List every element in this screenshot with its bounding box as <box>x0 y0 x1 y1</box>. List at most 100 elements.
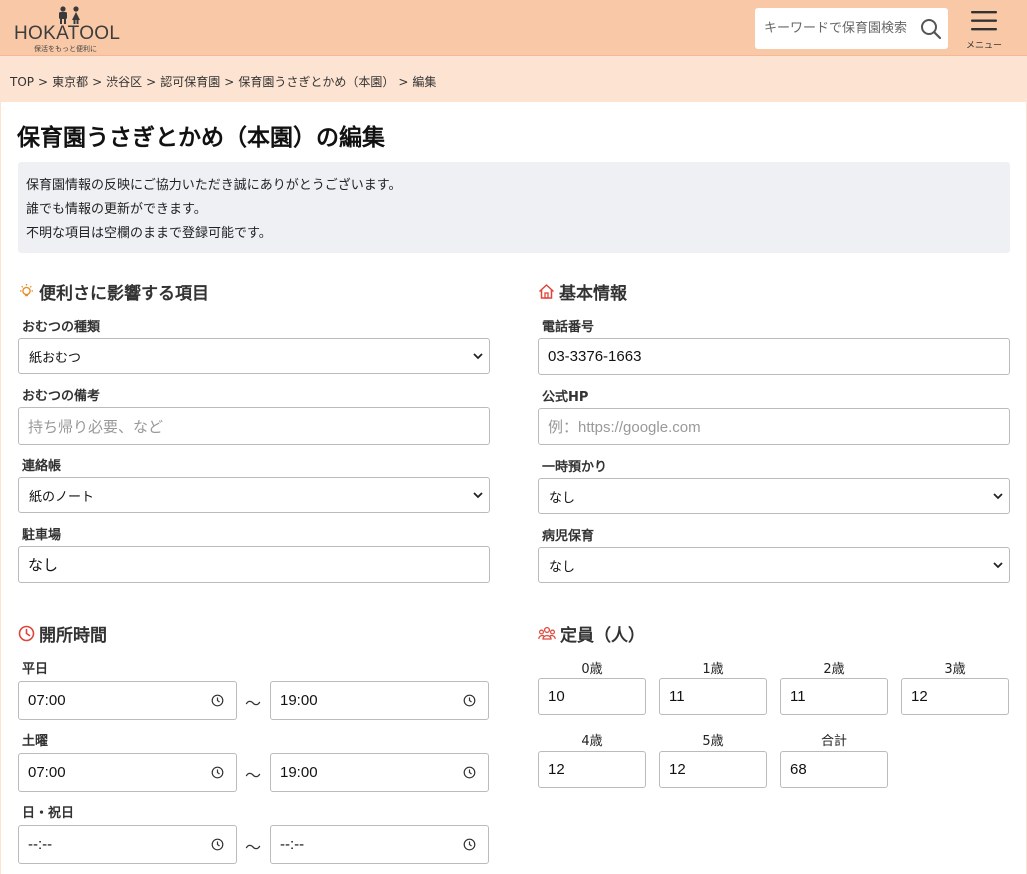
logo-tagline: 保活をもっと便利に <box>34 45 97 53</box>
breadcrumb-tokyo[interactable]: 東京都 <box>52 75 88 89</box>
capacity-age-4-input[interactable]: 12 <box>538 751 646 788</box>
saturday-label: 土曜 <box>22 734 49 749</box>
sick-care-label: 病児保育 <box>542 529 595 544</box>
breadcrumb-nursery[interactable]: 保育園うさぎとかめ（本園） <box>238 75 394 89</box>
search-input[interactable] <box>755 8 915 49</box>
capacity-age-3-input[interactable]: 12 <box>901 678 1009 715</box>
diaper-type-select[interactable]: 紙おむつ <box>18 338 490 374</box>
temporary-care-label: 一時預かり <box>542 460 608 475</box>
hours-section-title: 開所時間 <box>18 621 107 646</box>
section-title-text: 開所時間 <box>39 626 107 646</box>
breadcrumb-current: 編集 <box>412 75 437 89</box>
time-separator: 〜 <box>245 838 262 857</box>
breadcrumb-separator: > <box>398 75 409 89</box>
weekday-start-time[interactable]: 07:00 <box>18 681 237 720</box>
capacity-section-title: 定員（人） <box>538 621 645 646</box>
phone-input[interactable]: 03-3376-1663 <box>538 338 1010 375</box>
section-title-text: 基本情報 <box>559 284 627 304</box>
menu-icon <box>971 11 997 31</box>
search-box <box>755 8 948 49</box>
weekday-start-value: 07:00 <box>28 692 66 709</box>
clock-icon <box>18 625 35 642</box>
breadcrumb-shibuya[interactable]: 渋谷区 <box>106 75 142 89</box>
chevron-down-icon <box>473 353 483 360</box>
lightbulb-icon <box>20 284 33 297</box>
breadcrumb-top[interactable]: TOP <box>10 75 34 89</box>
breadcrumb-separator: > <box>92 75 103 89</box>
people-icon <box>538 626 556 640</box>
time-separator: 〜 <box>245 694 262 713</box>
section-title-text: 便利さに影響する項目 <box>39 284 209 304</box>
basic-info-section-title: 基本情報 <box>538 279 627 304</box>
clock-icon[interactable] <box>463 694 476 707</box>
holiday-end-time[interactable]: --:-- <box>270 825 489 864</box>
home-icon <box>538 284 555 299</box>
search-icon[interactable] <box>920 18 942 40</box>
holiday-start-time[interactable]: --:-- <box>18 825 237 864</box>
notebook-value: 紙のノート <box>29 489 95 505</box>
holiday-end-value: --:-- <box>280 836 305 853</box>
time-separator: 〜 <box>245 766 262 785</box>
logo-text: HOKATOOL <box>14 23 121 44</box>
section-title-text: 定員（人） <box>560 626 645 646</box>
capacity-age-2-input[interactable]: 11 <box>780 678 888 715</box>
capacity-age-2-label: 2歳 <box>823 662 845 677</box>
page-title: 保育園うさぎとかめ（本園）の編集 <box>17 125 385 151</box>
capacity-age-5-input[interactable]: 12 <box>659 751 767 788</box>
notebook-select[interactable]: 紙のノート <box>18 477 490 513</box>
diaper-note-input[interactable]: 持ち帰り必要、など <box>18 407 490 445</box>
notebook-label: 連絡帳 <box>22 459 62 474</box>
notice-line: 不明な項目は空欄のままで登録可能です。 <box>26 226 272 241</box>
homepage-label: 公式HP <box>542 390 589 405</box>
breadcrumb-separator: > <box>38 75 49 89</box>
capacity-age-1-label: 1歳 <box>702 662 724 677</box>
homepage-input[interactable]: 例：https://google.com <box>538 408 1010 445</box>
capacity-age-5-label: 5歳 <box>702 734 724 749</box>
notice-line: 誰でも情報の更新ができます。 <box>26 202 207 217</box>
capacity-age-1-input[interactable]: 11 <box>659 678 767 715</box>
weekday-end-time[interactable]: 19:00 <box>270 681 489 720</box>
clock-icon[interactable] <box>211 838 224 851</box>
parking-input[interactable]: なし <box>18 546 490 583</box>
clock-icon[interactable] <box>211 694 224 707</box>
notice-box: 保育園情報の反映にご協力いただき誠にありがとうございます。 誰でも情報の更新がで… <box>18 162 1010 253</box>
notice-line: 保育園情報の反映にご協力いただき誠にありがとうございます。 <box>26 178 402 193</box>
sick-care-value: なし <box>549 559 576 575</box>
breadcrumb-separator: > <box>224 75 235 89</box>
chevron-down-icon <box>993 562 1003 569</box>
phone-label: 電話番号 <box>542 320 595 335</box>
logo[interactable]: HOKATOOL 保活をもっと便利に <box>14 6 126 53</box>
diaper-type-value: 紙おむつ <box>29 350 82 366</box>
capacity-total-input[interactable]: 68 <box>780 751 888 788</box>
capacity-age-0-input[interactable]: 10 <box>538 678 646 715</box>
saturday-end-value: 19:00 <box>280 764 318 781</box>
chevron-down-icon <box>993 493 1003 500</box>
capacity-total-label: 合計 <box>820 734 847 749</box>
breadcrumb-separator: > <box>146 75 157 89</box>
diaper-note-label: おむつの備考 <box>22 389 101 404</box>
menu-button[interactable]: メニュー <box>962 10 1006 51</box>
capacity-age-4-label: 4歳 <box>581 734 603 749</box>
temporary-care-select[interactable]: なし <box>538 478 1010 514</box>
site-header: HOKATOOL 保活をもっと便利に メニュー <box>0 0 1027 56</box>
menu-label: メニュー <box>965 41 1002 51</box>
parking-label: 駐車場 <box>22 528 62 543</box>
capacity-age-0-label: 0歳 <box>581 662 603 677</box>
chevron-down-icon <box>473 492 483 499</box>
clock-icon[interactable] <box>463 838 476 851</box>
clock-icon[interactable] <box>211 766 224 779</box>
breadcrumb: TOP > 東京都 > 渋谷区 > 認可保育園 > 保育園うさぎとかめ（本園） > 編集 <box>10 73 436 90</box>
convenience-section-title: 便利さに影響する項目 <box>18 279 209 304</box>
holiday-start-value: --:-- <box>28 836 53 853</box>
saturday-start-value: 07:00 <box>28 764 66 781</box>
saturday-end-time[interactable]: 19:00 <box>270 753 489 792</box>
logo-icon <box>59 6 80 24</box>
clock-icon[interactable] <box>463 766 476 779</box>
temporary-care-value: なし <box>549 490 576 506</box>
sick-care-select[interactable]: なし <box>538 547 1010 583</box>
diaper-type-label: おむつの種類 <box>22 320 101 335</box>
weekday-end-value: 19:00 <box>280 692 318 709</box>
weekday-label: 平日 <box>22 662 49 677</box>
breadcrumb-licensed-nursery[interactable]: 認可保育園 <box>160 75 220 89</box>
saturday-start-time[interactable]: 07:00 <box>18 753 237 792</box>
